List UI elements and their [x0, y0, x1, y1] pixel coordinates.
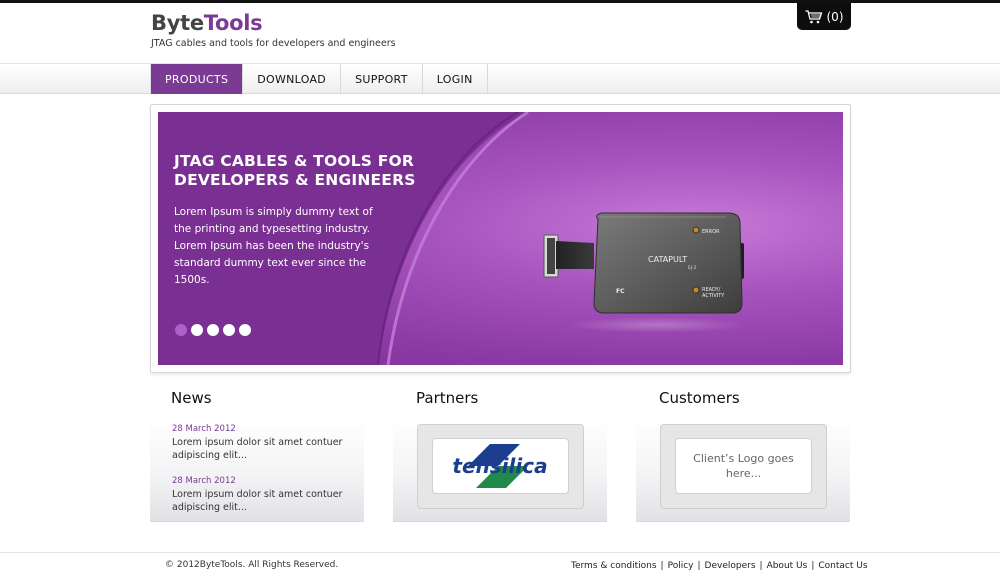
main-nav: PRODUCTS DOWNLOAD SUPPORT LOGIN [150, 64, 488, 94]
svg-text:CATAPULT: CATAPULT [648, 255, 687, 264]
slider-dot[interactable] [223, 324, 235, 336]
client-logo-card[interactable]: Client’s Logo goes here... [660, 424, 827, 509]
client-logo-text: Client’s Logo goes here... [693, 452, 794, 480]
brand: ByteTools JTAG cables and tools for deve… [151, 10, 396, 49]
partners-panel: tensilica [393, 417, 607, 522]
partner-logo: tensilica [432, 438, 569, 494]
site-logo[interactable]: ByteTools [151, 10, 396, 36]
news-date: 28 March 2012 [172, 424, 236, 434]
footer-divider [0, 552, 1000, 553]
slide-title: JTAG CABLES & TOOLS FOR DEVELOPERS & ENG… [174, 152, 416, 189]
footer-link-terms[interactable]: Terms & conditions [571, 561, 657, 571]
customers-panel: Client’s Logo goes here... [636, 417, 850, 522]
cart-button[interactable]: (0) [797, 3, 851, 30]
copyright-text: © 2012ByteTools. All Rights Reserved. [165, 560, 339, 570]
slider-dot[interactable] [239, 324, 251, 336]
main-navbar: PRODUCTS DOWNLOAD SUPPORT LOGIN [0, 63, 1000, 94]
customers-heading: Customers [659, 389, 740, 407]
site-tagline: JTAG cables and tools for developers and… [151, 38, 396, 49]
catapult-device-image: ERROR READY/ ACTIVITY CATAPULT EJ-2 FC [543, 212, 746, 333]
news-heading: News [171, 389, 212, 407]
slider-dot[interactable] [191, 324, 203, 336]
news-text: Lorem ipsum dolor sit amet contuer adipi… [172, 437, 343, 461]
news-item[interactable]: 28 March 2012 Lorem ipsum dolor sit amet… [172, 475, 352, 514]
partners-heading: Partners [416, 389, 479, 407]
news-text: Lorem ipsum dolor sit amet contuer adipi… [172, 489, 343, 513]
footer-link-policy[interactable]: Policy [668, 561, 694, 571]
news-item[interactable]: 28 March 2012 Lorem ipsum dolor sit amet… [172, 423, 352, 462]
slider-dot[interactable] [175, 324, 187, 336]
svg-text:ACTIVITY: ACTIVITY [702, 293, 725, 299]
nav-item-support[interactable]: SUPPORT [341, 64, 423, 94]
partner-logo-card[interactable]: tensilica [417, 424, 584, 509]
tensilica-logo: tensilica [452, 444, 548, 488]
footer-separator: | [759, 561, 763, 571]
news-panel: 28 March 2012 Lorem ipsum dolor sit amet… [150, 417, 364, 522]
slider-dot[interactable] [207, 324, 219, 336]
slide-text: Lorem Ipsum is simply dummy text of the … [174, 206, 373, 286]
nav-item-products[interactable]: PRODUCTS [151, 64, 244, 94]
svg-text:tensilica: tensilica [452, 454, 547, 478]
footer-separator: | [697, 561, 701, 571]
cart-icon [805, 9, 822, 23]
nav-item-login[interactable]: LOGIN [423, 64, 488, 94]
svg-text:ERROR: ERROR [702, 229, 720, 235]
footer-links: Terms & conditions | Policy | Developers… [571, 561, 868, 571]
cart-count: (0) [826, 9, 844, 24]
footer-separator: | [811, 561, 815, 571]
svg-text:EJ-2: EJ-2 [688, 265, 697, 271]
footer-link-about[interactable]: About Us [767, 561, 808, 571]
footer-link-contact[interactable]: Contact Us [818, 561, 867, 571]
nav-item-download[interactable]: DOWNLOAD [243, 64, 342, 94]
client-logo-placeholder: Client’s Logo goes here... [675, 438, 812, 494]
footer-separator: | [660, 561, 664, 571]
news-date: 28 March 2012 [172, 476, 236, 486]
footer-link-developers[interactable]: Developers [705, 561, 756, 571]
hero-slider: JTAG CABLES & TOOLS FOR DEVELOPERS & ENG… [158, 112, 843, 365]
slider-pagination [175, 324, 251, 336]
svg-text:FC: FC [616, 288, 625, 295]
